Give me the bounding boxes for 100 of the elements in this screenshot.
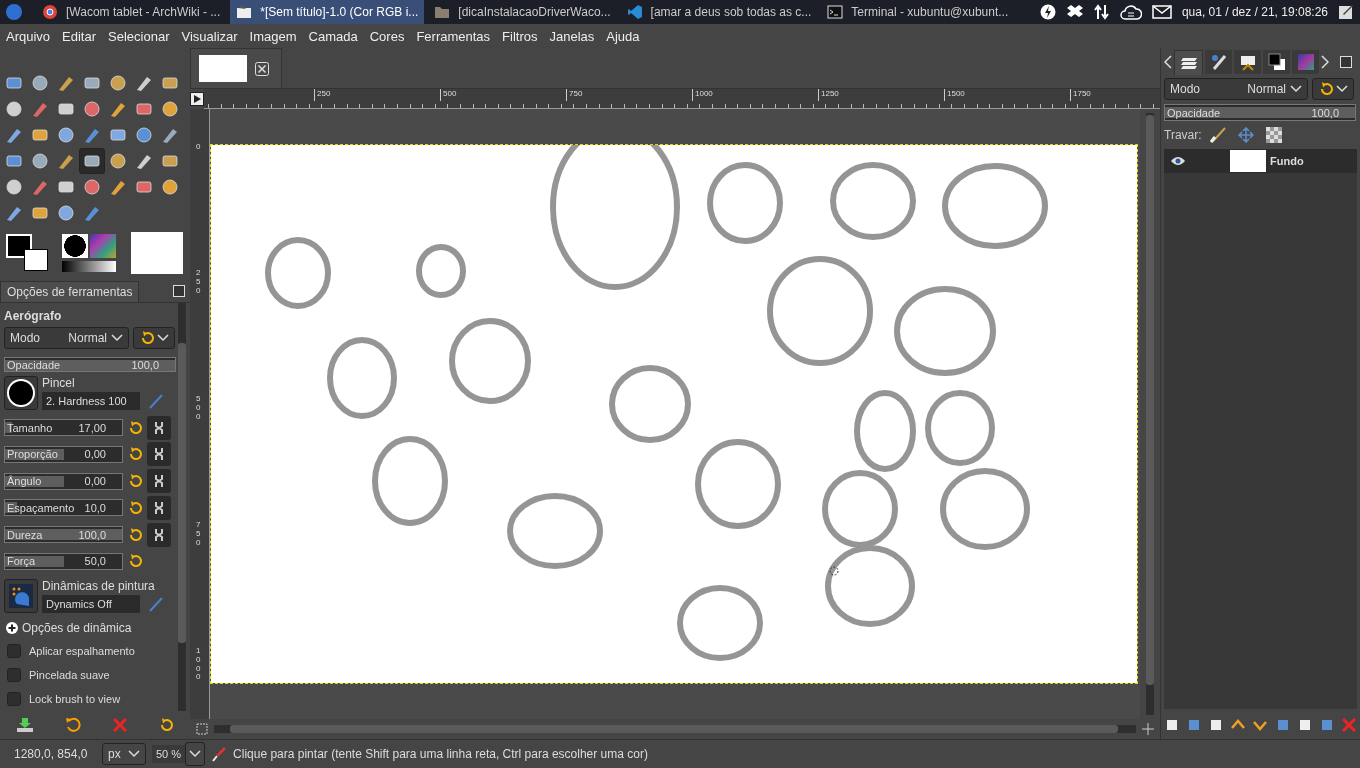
taskbar-item[interactable]: [dicaInstalacaoDriverWaco... (428, 0, 617, 24)
dock-tab[interactable] (1174, 49, 1203, 75)
dynamics-label: Dinâmicas de pintura (42, 578, 156, 593)
tool-icon (5, 204, 23, 222)
menu-item[interactable]: Ajuda (600, 28, 646, 44)
brush-name-field[interactable]: 2. Hardness 100 (42, 392, 140, 411)
cloud-sync-icon[interactable] (1119, 4, 1142, 20)
checkbox[interactable] (7, 667, 21, 682)
dock-tab[interactable] (1263, 50, 1290, 74)
layer-action-icon[interactable] (1209, 718, 1224, 732)
lightning-icon[interactable] (1039, 4, 1056, 20)
taskbar-item[interactable]: *[Sem título]-1.0 (Cor RGB i... (230, 0, 425, 24)
taskbar-item[interactable]: Terminal - xubuntu@xubunt... (821, 0, 1015, 24)
menu-item[interactable]: Janelas (543, 28, 601, 44)
panel-tab[interactable]: Opções de ferramentas (0, 280, 140, 302)
checkbox[interactable] (7, 691, 21, 706)
chain-button[interactable] (147, 415, 171, 440)
pointer-coordinates: 1280,0, 854,0 (14, 747, 89, 761)
menu-item[interactable]: Imagem (243, 28, 303, 44)
reset-dropdown[interactable] (133, 327, 175, 349)
reset-icon[interactable] (158, 717, 175, 733)
play-icon[interactable] (190, 92, 204, 106)
reset-icon[interactable] (127, 499, 143, 516)
reset-dropdown[interactable] (1312, 78, 1354, 100)
chain-button[interactable] (147, 522, 171, 547)
scrollbar[interactable] (214, 725, 1136, 733)
mode-dropdown[interactable]: Modo Normal (4, 327, 129, 349)
opacity-slider[interactable]: Opacidade 100,0 (1164, 104, 1356, 121)
reset-icon[interactable] (127, 473, 143, 490)
tool-icon (5, 152, 23, 170)
restore-icon[interactable] (65, 717, 82, 733)
spin-slider[interactable]: Tamanho 17,00 (4, 419, 123, 437)
notes-icon[interactable] (1338, 4, 1354, 20)
spin-slider[interactable]: Proporção 0,00 (4, 445, 123, 463)
spin-slider[interactable]: Dureza 100,0 (4, 526, 123, 544)
menu-item[interactable]: Cores (363, 28, 411, 44)
up-down-arrows-icon[interactable] (1093, 4, 1110, 20)
chain-button[interactable] (147, 495, 171, 520)
app-menu-icon[interactable] (6, 4, 22, 20)
paintbrush-icon (1209, 53, 1228, 71)
reset-icon[interactable] (127, 526, 143, 543)
tool-icon (31, 204, 49, 222)
brush-preview[interactable] (62, 234, 88, 258)
image-thumbnail[interactable] (131, 232, 183, 274)
tool-button[interactable] (79, 148, 105, 174)
selection-icon[interactable] (196, 723, 208, 735)
chevron-right-icon[interactable] (1321, 55, 1329, 69)
image-tab[interactable] (190, 48, 282, 88)
reset-icon[interactable] (127, 419, 143, 436)
panel-menu-icon[interactable] (173, 285, 185, 297)
zoom-field[interactable]: 50 % (152, 745, 186, 763)
brush-preview[interactable] (4, 376, 38, 411)
checkerboard-icon[interactable] (1265, 127, 1282, 143)
taskbar-item[interactable]: [Wacom tablet - ArchWiki - ... (36, 0, 227, 24)
layer-row[interactable]: Fundo (1164, 149, 1357, 173)
layer-action-icon[interactable] (1165, 718, 1180, 732)
save-icon[interactable] (15, 717, 34, 733)
opacity-slider[interactable]: Opacidade 100,0 (4, 357, 176, 373)
spin-slider[interactable]: Ângulo 0,00 (4, 472, 123, 490)
gradient-preview[interactable] (62, 261, 116, 272)
panel-menu-icon[interactable] (1340, 56, 1352, 68)
reset-icon[interactable] (127, 446, 143, 463)
clock[interactable]: qua, 01 / dez / 21, 19:08:26 (1181, 5, 1328, 19)
menu-item[interactable]: Ferramentas (410, 28, 497, 44)
terminal-icon (827, 4, 844, 20)
close-icon[interactable] (255, 61, 269, 76)
chain-button[interactable] (147, 469, 171, 494)
taskbar-item[interactable]: [amar a deus sob todas as c... (620, 0, 818, 24)
eye-icon[interactable] (1170, 156, 1186, 166)
spin-slider[interactable]: Espaçamento 10,0 (4, 499, 123, 517)
zoom-dropdown[interactable] (185, 742, 206, 766)
spin-slider[interactable]: Força 50,0 (4, 552, 123, 570)
menu-item[interactable]: Arquivo (0, 28, 57, 44)
scrollbar[interactable] (178, 303, 186, 711)
crosshair-icon[interactable] (1142, 723, 1154, 735)
dynamics-name-field[interactable]: Dynamics Off (42, 594, 140, 613)
layer-action-icon[interactable] (1297, 718, 1312, 732)
chevron-left-icon[interactable] (1164, 55, 1172, 69)
mail-icon[interactable] (1151, 5, 1172, 19)
chain-button[interactable] (147, 442, 171, 467)
unit-dropdown[interactable]: px (102, 743, 146, 765)
move-arrows-icon[interactable] (1237, 127, 1254, 143)
brush-icon[interactable] (1209, 127, 1226, 143)
menu-item[interactable]: Editar (56, 28, 103, 44)
checkbox[interactable] (7, 643, 21, 658)
airbrush-icon (211, 746, 228, 762)
expander[interactable]: Opções de dinâmica (6, 620, 176, 635)
dock-tab[interactable] (1205, 50, 1232, 74)
dynamics-preview[interactable] (4, 578, 38, 613)
gradient-icon (1296, 53, 1315, 71)
dock-tab[interactable] (1234, 50, 1261, 74)
menu-item[interactable]: Filtros (496, 28, 544, 44)
scrollbar[interactable] (1146, 113, 1154, 715)
menu-item[interactable]: Selecionar (102, 28, 176, 44)
menu-item[interactable]: Visualizar (175, 28, 244, 44)
menu-item[interactable]: Camada (302, 28, 364, 44)
tool-icon (109, 100, 127, 118)
lock-label: Travar: (1164, 128, 1202, 142)
color-swatches[interactable] (6, 234, 48, 272)
reset-icon[interactable] (127, 553, 143, 570)
